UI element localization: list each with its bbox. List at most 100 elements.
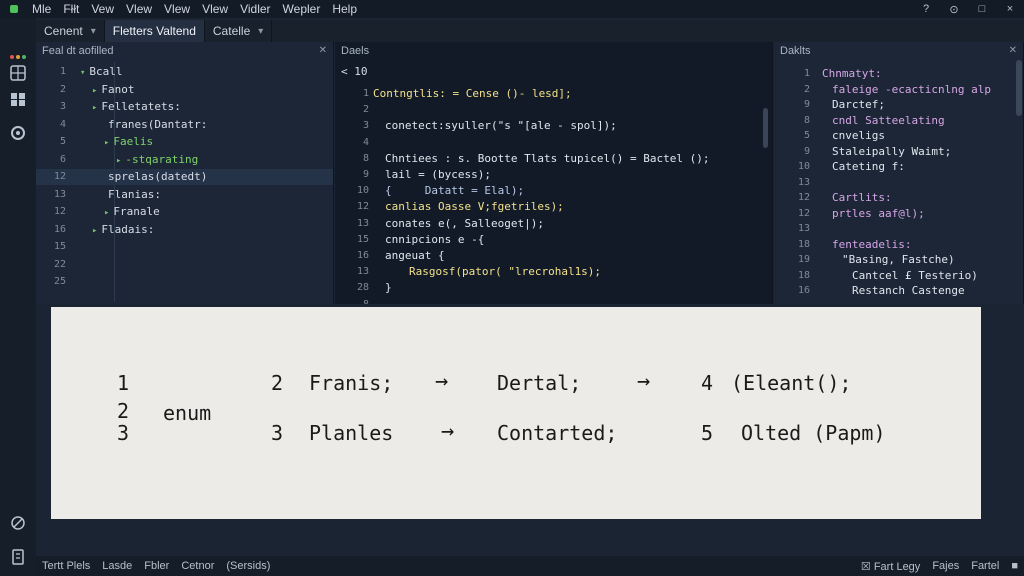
chevron-down-icon[interactable]: ▾ (91, 26, 96, 37)
code-line[interactable]: angeuat { (385, 248, 445, 264)
status-item[interactable]: Cetnor (175, 560, 220, 572)
details-line: faleige -ecacticnlng alp (832, 83, 991, 96)
help-icon[interactable]: ? (912, 3, 940, 15)
tree-item[interactable]: ▸ Fladais: (92, 222, 154, 238)
chevron-right-icon[interactable]: ▸ (104, 208, 109, 218)
chevron-down-icon[interactable]: ▾ (80, 68, 85, 78)
maximize-icon[interactable]: □ (968, 3, 996, 15)
account-icon[interactable] (7, 546, 29, 568)
status-item[interactable]: Lasde (96, 560, 138, 572)
editor-line-number: 4 (362, 137, 369, 148)
details-line-number: 18 (797, 270, 810, 281)
tree-item[interactable]: ▸ Fanot (92, 82, 135, 98)
tree-item[interactable]: ▸ Franale (104, 204, 160, 220)
arrow-right-icon: → (435, 369, 449, 394)
details-line-number: 13 (797, 223, 810, 234)
menu-view-4[interactable]: Vlew (196, 2, 234, 16)
right-scrollbar[interactable] (1016, 60, 1022, 116)
chevron-right-icon[interactable]: ▸ (92, 86, 97, 96)
code-editor[interactable]: Daels < 10 1 Contngtlis: = Cense ()- lesd… (335, 42, 773, 304)
tree-item[interactable] (80, 239, 84, 255)
chevron-right-icon[interactable]: ▸ (92, 226, 97, 236)
code-sequence-overlay: 1 2 Franis; → Dertal; → 4 (Eleant(); 2 e… (51, 307, 981, 519)
tree-item[interactable]: franes(Dantatr: (104, 117, 207, 133)
arrow-right-icon: → (637, 369, 651, 394)
explorer-icon[interactable] (7, 62, 29, 84)
details-line-number: 12 (797, 208, 810, 219)
details-line: Cateting f: (832, 160, 905, 173)
close-window-icon[interactable]: × (996, 3, 1024, 15)
panel-title-text: Feal dt aofilled (42, 45, 114, 57)
menu-view-3[interactable]: Vlew (158, 2, 196, 16)
menu-edit[interactable]: Fłłt (57, 2, 85, 16)
menu-bar: Mle Fłłt Vew Vlew Vlew Vlew Vidler Weple… (0, 0, 1024, 18)
editor-line-number: 9 (362, 169, 369, 180)
code-line[interactable]: conetect:syuller("s "[ale - spol]); (385, 118, 617, 134)
editor-line-number: 12 (356, 201, 369, 212)
menu-help[interactable]: Help (326, 2, 363, 16)
tree-item[interactable]: ▸ -stqarating (116, 152, 198, 168)
overlay-line-number: 1 (117, 371, 130, 395)
tree-item[interactable] (80, 257, 84, 273)
code-line[interactable]: Contngtlis: = Cense ()- lesd]; (373, 86, 572, 102)
status-icon[interactable]: ■ (1005, 560, 1024, 573)
tab-cenent[interactable]: Cenent ▾ (36, 20, 105, 42)
editor-title-text: Daels (341, 45, 370, 57)
overlay-token: Dertal; (497, 371, 582, 395)
tree-item[interactable]: ▸ Felletatets: (92, 99, 181, 115)
tree-line-number: 12 (53, 206, 66, 217)
details-line-number: 1 (803, 68, 810, 79)
panel-title: Daklts ✕ (774, 42, 1023, 60)
editor-line-number: 8 (339, 297, 369, 304)
overlay-token: Franis; (309, 371, 394, 395)
code-line[interactable]: } (385, 280, 392, 296)
editor-scrollbar[interactable] (763, 108, 768, 148)
overlay-line-number: 2 (117, 399, 130, 423)
chevron-right-icon[interactable]: ▸ (92, 103, 97, 113)
menu-view-2[interactable]: Vlew (120, 2, 158, 16)
file-tree-panel: Feal dt aofilled ✕ 1 ▾ Bcall 2 ▸ Fanot 3 ▸ Felle… (36, 42, 334, 304)
close-icon[interactable]: ✕ (319, 42, 327, 60)
status-item[interactable]: (Sersids) (220, 560, 276, 572)
code-line[interactable]: conates e(, Salleoget|); (385, 216, 544, 232)
status-item[interactable]: Fajes (926, 560, 965, 573)
menu-wepler[interactable]: Wepler (277, 2, 327, 16)
details-line: fenteadelis: (832, 238, 912, 251)
chevron-right-icon[interactable]: ▸ (104, 138, 109, 148)
code-line[interactable]: Rasgosf(pator( "lrecrohal1s); (409, 264, 601, 280)
tree-line-number: 6 (59, 154, 66, 165)
tree-item-label: sprelas(datedt) (108, 170, 208, 183)
tree-item[interactable]: ▾ Bcall (80, 64, 123, 80)
tree-item[interactable]: ▸ Faelis (104, 134, 153, 150)
code-line[interactable]: canlias Oasse V;fgetriles); (385, 199, 564, 215)
code-line[interactable]: { Datatt = Elal); (385, 183, 524, 199)
overlay-index: 2 (271, 371, 284, 395)
tools-icon[interactable] (7, 512, 29, 534)
status-item[interactable]: Fartel (965, 560, 1005, 573)
status-item[interactable]: Fbler (138, 560, 175, 572)
chevron-down-icon[interactable]: ▾ (258, 26, 263, 37)
tree-line-number: 25 (53, 276, 66, 287)
tree-item[interactable] (80, 274, 84, 290)
code-line[interactable]: Chntiees : s. Bootte Tlats tupicel() = B… (385, 151, 710, 167)
tree-line-number: 13 (53, 189, 66, 200)
activity-bar (0, 18, 36, 576)
tree-item[interactable]: Flanias: (104, 187, 161, 203)
tab-fletters-valtend[interactable]: Fletters Valtend (104, 20, 205, 42)
extensions-icon[interactable] (7, 88, 29, 110)
settings-icon[interactable] (7, 122, 29, 144)
status-item[interactable]: ☒ Fart Legy (855, 560, 926, 573)
tab-catelle[interactable]: Catelle ▾ (205, 20, 273, 42)
overlay-line-number: 3 (117, 421, 130, 445)
menu-view[interactable]: Vew (85, 2, 120, 16)
menu-file[interactable]: Mle (26, 2, 57, 16)
tree-item[interactable]: sprelas(datedt) (104, 169, 207, 185)
target-icon[interactable]: ⊙ (940, 3, 968, 16)
menu-vidler[interactable]: Vidler (234, 2, 276, 16)
code-line[interactable]: lail = (bycess); (385, 167, 491, 183)
code-line[interactable]: cnnipcions e -{ (385, 232, 484, 248)
close-icon[interactable]: ✕ (1009, 42, 1017, 60)
tree-line-number: 15 (53, 241, 66, 252)
chevron-right-icon[interactable]: ▸ (116, 156, 121, 166)
status-item[interactable]: Tertt Plels (36, 560, 96, 572)
